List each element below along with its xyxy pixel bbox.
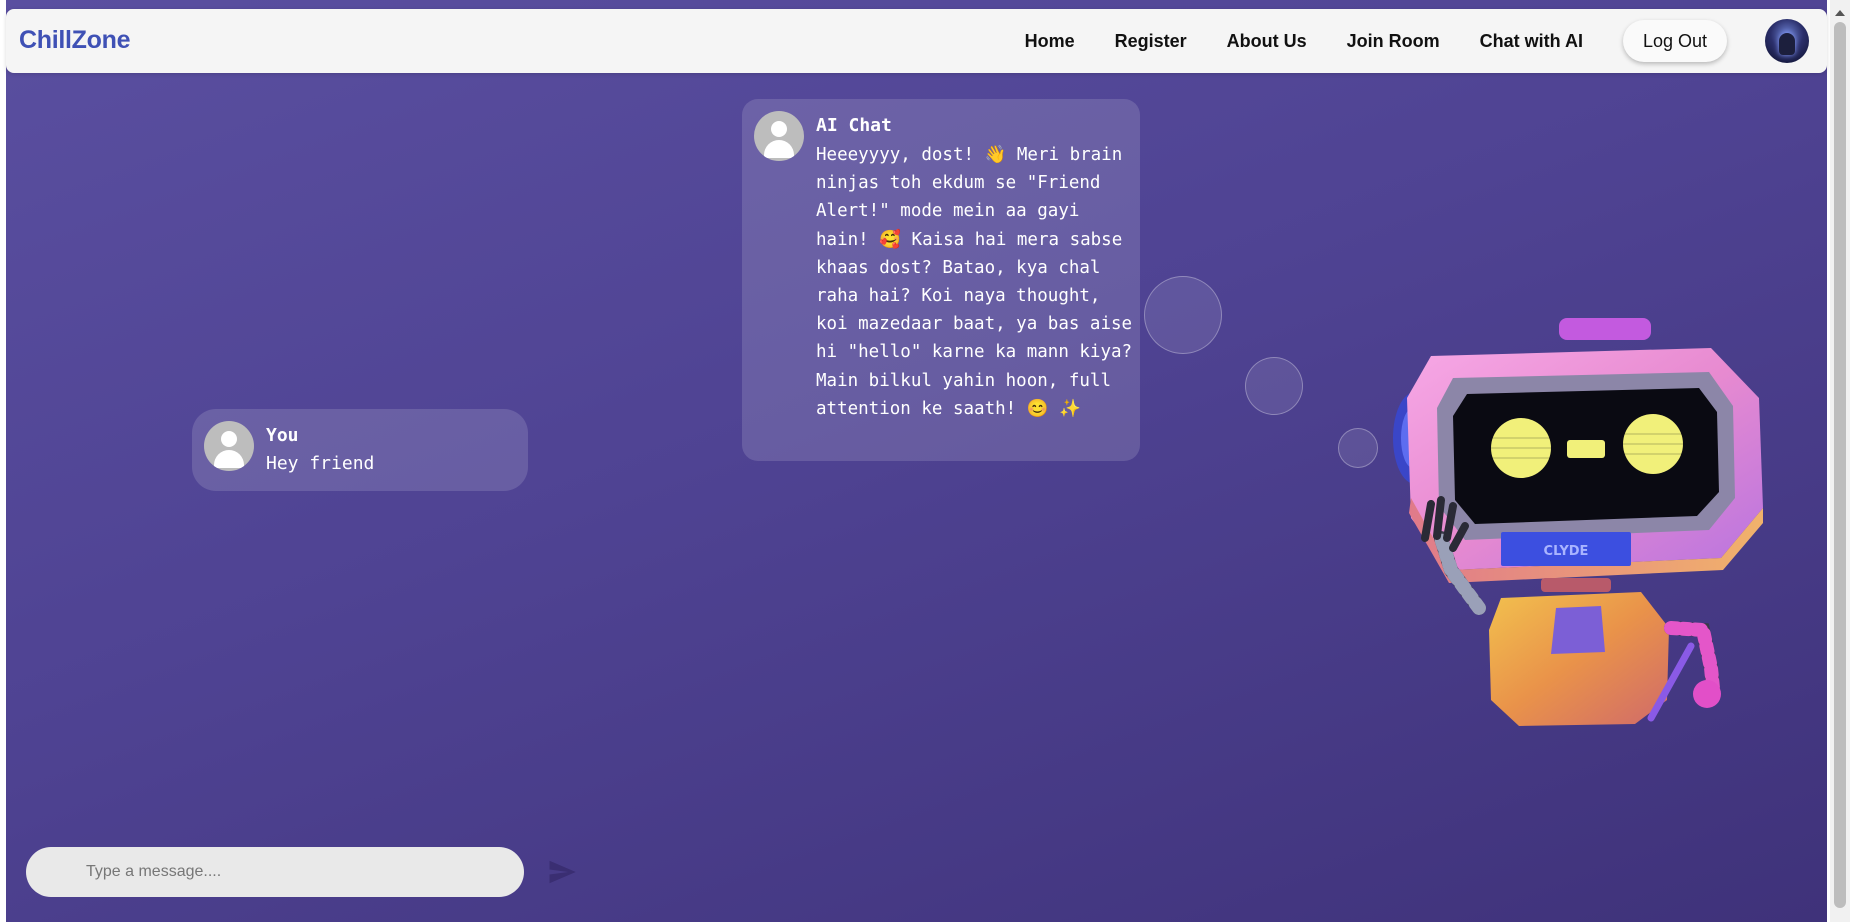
- nav-about-us[interactable]: About Us: [1227, 31, 1307, 52]
- brand-logo[interactable]: ChillZone: [19, 26, 130, 55]
- nav-chat-with-ai[interactable]: Chat with AI: [1480, 31, 1583, 52]
- scrollbar-thumb[interactable]: [1834, 22, 1846, 908]
- ai-message: AI Chat Heeeyyyy, dost! 👋 Meri brain nin…: [742, 99, 1140, 461]
- user-message: You Hey friend: [192, 409, 528, 491]
- ai-message-text: Heeeyyyy, dost! 👋 Meri brain ninjas toh …: [816, 145, 1133, 419]
- thought-bubble-medium: [1245, 357, 1303, 415]
- user-avatar-icon[interactable]: [1765, 19, 1809, 63]
- user-message-text: Hey friend: [266, 453, 375, 474]
- top-navbar: ChillZone Home Register About Us Join Ro…: [6, 9, 1827, 73]
- user-icon: [204, 421, 254, 471]
- nav-register[interactable]: Register: [1115, 31, 1187, 52]
- user-icon: [754, 111, 804, 161]
- nav-links: Home Register About Us Join Room Chat wi…: [1025, 19, 1809, 63]
- logout-button[interactable]: Log Out: [1622, 20, 1727, 62]
- user-message-sender: You: [266, 425, 299, 446]
- send-icon[interactable]: [546, 857, 578, 887]
- robot-screen-label: CLYDE: [1544, 544, 1589, 559]
- chat-page: You Hey friend AI Chat Heeeyyyy, dost! 👋…: [6, 0, 1827, 922]
- nav-join-room[interactable]: Join Room: [1347, 31, 1440, 52]
- thought-bubble-small: [1338, 428, 1378, 468]
- robot-illustration: CLYDE: [1393, 318, 1763, 726]
- page-scrollbar[interactable]: [1830, 0, 1850, 922]
- nav-home[interactable]: Home: [1025, 31, 1075, 52]
- ai-message-sender: AI Chat: [816, 115, 892, 136]
- thought-bubble-large: [1144, 276, 1222, 354]
- scroll-up-icon[interactable]: [1835, 10, 1845, 16]
- message-input[interactable]: [26, 847, 524, 897]
